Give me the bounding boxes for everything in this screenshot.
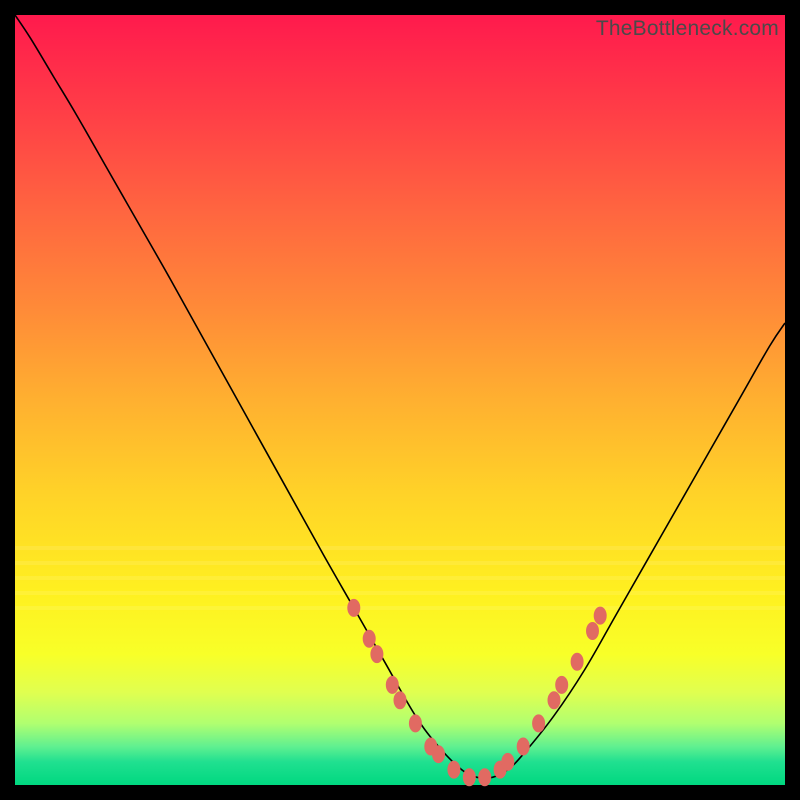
data-dot bbox=[363, 630, 376, 648]
data-dot bbox=[594, 607, 607, 625]
data-dot bbox=[571, 653, 584, 671]
data-dot bbox=[370, 645, 383, 663]
data-dot bbox=[478, 768, 491, 786]
data-dot bbox=[447, 761, 460, 779]
data-dot bbox=[386, 676, 399, 694]
data-dot bbox=[548, 691, 561, 709]
data-dot bbox=[517, 738, 530, 756]
bottleneck-curve bbox=[15, 15, 785, 785]
data-dot bbox=[394, 691, 407, 709]
data-dot bbox=[409, 714, 422, 732]
data-dot bbox=[501, 753, 514, 771]
data-dot bbox=[555, 676, 568, 694]
data-dot bbox=[463, 768, 476, 786]
data-dot bbox=[347, 599, 360, 617]
data-dot bbox=[586, 622, 599, 640]
chart-frame: TheBottleneck.com bbox=[15, 15, 785, 785]
data-dot bbox=[432, 745, 445, 763]
data-dot bbox=[532, 714, 545, 732]
